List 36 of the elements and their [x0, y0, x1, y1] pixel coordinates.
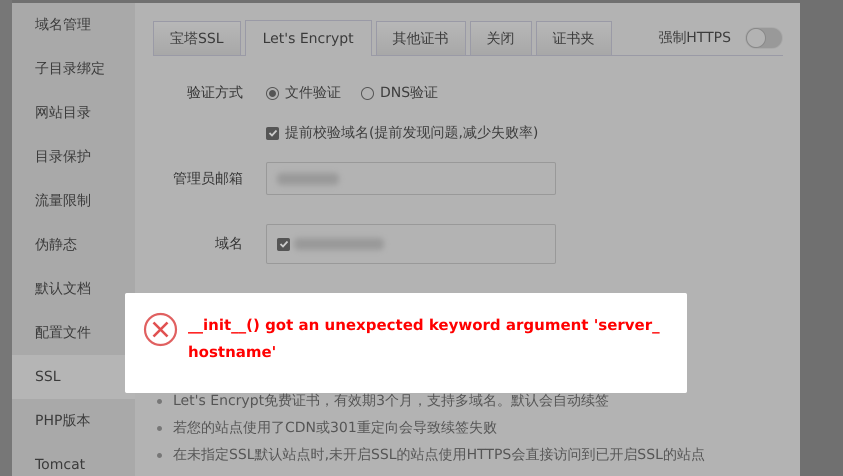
- tab[interactable]: 关闭: [470, 21, 532, 55]
- checkbox-label: 提前校验域名(提前发现问题,减少失败率): [285, 124, 538, 142]
- tab[interactable]: 其他证书: [376, 21, 466, 55]
- note-item: 在未指定SSL默认站点时,未开启SSL的站点使用HTTPS会直接访问到已开启SSL的站点: [173, 442, 783, 469]
- sidebar-item[interactable]: Tomcat: [12, 443, 135, 476]
- bullet-icon: [157, 399, 162, 404]
- redacted-value: [277, 172, 339, 184]
- toggle-label: 强制HTTPS: [658, 28, 731, 46]
- checkbox[interactable]: [277, 238, 290, 250]
- bullet-icon: [157, 426, 162, 431]
- toggle-switch[interactable]: [745, 26, 783, 48]
- note-item: 若您的站点使用了CDN或301重定向会导致续签失败: [173, 415, 783, 442]
- tab[interactable]: 宝塔SSL: [153, 21, 241, 55]
- sidebar-item[interactable]: 伪静态: [12, 223, 135, 267]
- sidebar-item[interactable]: PHP版本: [12, 399, 135, 443]
- checkbox[interactable]: [266, 126, 279, 140]
- sidebar-item[interactable]: SSL: [12, 355, 135, 399]
- sidebar-item[interactable]: 网站目录: [12, 91, 135, 135]
- radio-option[interactable]: DNS验证: [361, 84, 438, 102]
- field-label: 验证方式: [186, 84, 243, 102]
- radio-button[interactable]: [266, 86, 279, 100]
- sidebar-item[interactable]: 域名管理: [12, 3, 135, 47]
- field-label: 域名: [214, 235, 243, 253]
- email-field[interactable]: [266, 162, 556, 195]
- radio-button[interactable]: [361, 86, 374, 100]
- sidebar-item[interactable]: 默认文档: [12, 267, 135, 311]
- error-icon: [143, 312, 178, 347]
- tab[interactable]: Let's Encrypt: [244, 20, 372, 56]
- bullet-icon: [157, 453, 162, 458]
- tab[interactable]: 证书夹: [536, 21, 612, 55]
- sidebar-item[interactable]: 流量限制: [12, 179, 135, 223]
- radio-option[interactable]: 文件验证: [266, 84, 341, 102]
- error-message: __init__() got an unexpected keyword argument 'server_hostname': [188, 315, 661, 363]
- field-label: 管理员邮箱: [172, 170, 243, 188]
- sidebar-item[interactable]: 目录保护: [12, 135, 135, 179]
- sidebar-item[interactable]: 子目录绑定: [12, 47, 135, 91]
